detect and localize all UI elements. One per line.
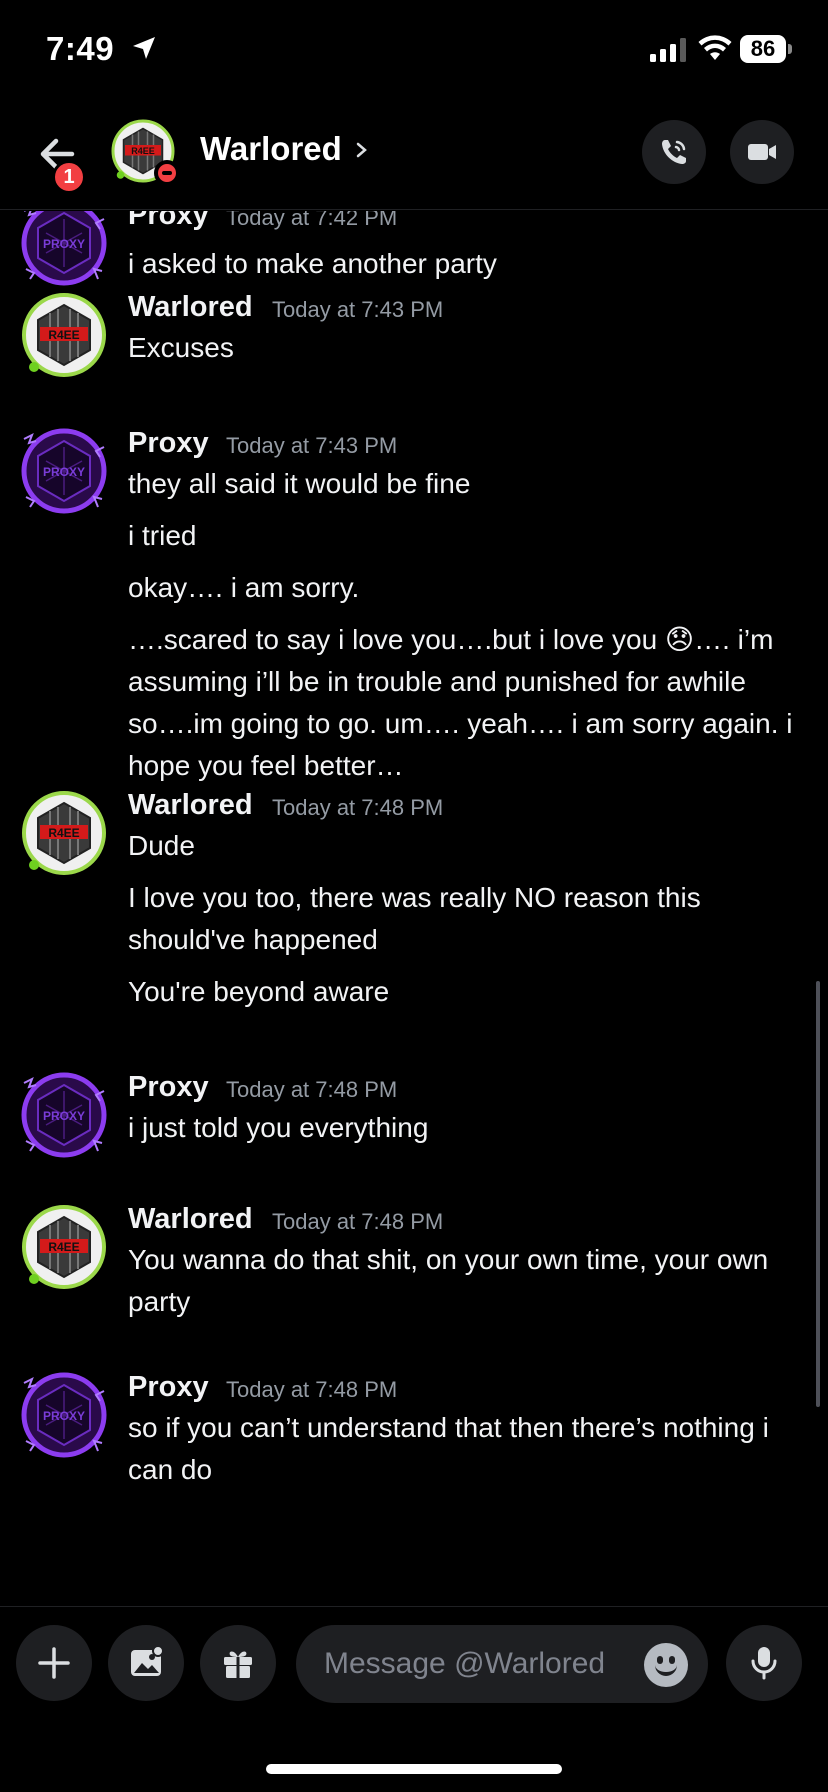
add-attachment-button[interactable]: [16, 1625, 92, 1701]
avatar[interactable]: [20, 291, 108, 379]
message-author[interactable]: Warlored: [128, 789, 253, 822]
chevron-right-icon[interactable]: [354, 138, 370, 162]
avatar[interactable]: [20, 789, 108, 877]
battery-level: 86: [740, 35, 786, 63]
message-author[interactable]: Proxy: [128, 427, 209, 460]
avatar[interactable]: [20, 1371, 108, 1459]
location-arrow-icon: [133, 37, 155, 59]
message-text: You wanna do that shit, on your own time…: [128, 1244, 769, 1317]
message-timestamp: Today at 7:43 PM: [272, 297, 444, 322]
message-timestamp: Today at 7:48 PM: [226, 1377, 398, 1402]
message-text: I love you too, there was really NO reas…: [128, 882, 701, 955]
message-text: okay…. i am sorry.: [128, 572, 360, 603]
message-author[interactable]: Proxy: [128, 1071, 209, 1104]
message-author[interactable]: Warlored: [128, 291, 253, 324]
message-text: i tried: [128, 520, 197, 551]
message-text: Dude: [128, 830, 195, 861]
message-timestamp: Today at 7:43 PM: [226, 433, 398, 458]
message-author[interactable]: Proxy: [128, 1371, 209, 1404]
message-composer: [0, 1606, 828, 1726]
voice-message-button[interactable]: [726, 1625, 802, 1701]
avatar[interactable]: [20, 1071, 108, 1159]
plus-icon: [38, 1647, 70, 1679]
message-timestamp: Today at 7:48 PM: [226, 1077, 398, 1102]
message-timestamp: Today at 7:42 PM: [226, 211, 398, 230]
message-text: ….scared to say i love you….but i love y…: [128, 624, 793, 781]
dm-header: 1 Warlored: [0, 100, 828, 210]
microphone-icon: [751, 1647, 777, 1680]
message-timestamp: Today at 7:48 PM: [272, 1209, 444, 1234]
message-text: i asked to make another party: [128, 248, 497, 279]
scrollbar[interactable]: [816, 981, 820, 1407]
unread-badge: 1: [52, 160, 86, 194]
avatar[interactable]: [20, 1203, 108, 1291]
video-camera-icon: [748, 144, 776, 160]
dnd-status-icon: [154, 160, 180, 186]
message-text: they all said it would be fine: [128, 468, 471, 499]
battery-indicator: 86: [740, 35, 792, 63]
avatar[interactable]: [20, 427, 108, 515]
smiley-icon[interactable]: [644, 1643, 688, 1687]
message-text: You're beyond aware: [128, 976, 390, 1007]
home-indicator[interactable]: [266, 1764, 562, 1774]
message-list[interactable]: Proxy Today at 7:42 PM i asked to make a…: [0, 211, 828, 1605]
message-author[interactable]: Proxy: [128, 211, 209, 232]
channel-name[interactable]: Warlored: [200, 130, 342, 168]
message-timestamp: Today at 7:48 PM: [272, 795, 444, 820]
cellular-signal-icon: [650, 38, 686, 62]
gift-button[interactable]: [200, 1625, 276, 1701]
status-time: 7:49: [46, 30, 115, 67]
avatar[interactable]: [20, 211, 108, 287]
message-text: Excuses: [128, 332, 234, 363]
message-text: i just told you everything: [128, 1112, 429, 1143]
image-icon: [131, 1645, 164, 1676]
wifi-icon: [698, 35, 732, 60]
status-bar: 7:49 86: [0, 0, 828, 100]
video-call-button[interactable]: [730, 120, 794, 184]
message-author[interactable]: Warlored: [128, 1203, 253, 1236]
phone-icon: [662, 140, 686, 164]
message-text: so if you can’t understand that then the…: [128, 1412, 769, 1485]
voice-call-button[interactable]: [642, 120, 706, 184]
gift-icon: [224, 1651, 252, 1678]
gallery-button[interactable]: [108, 1625, 184, 1701]
